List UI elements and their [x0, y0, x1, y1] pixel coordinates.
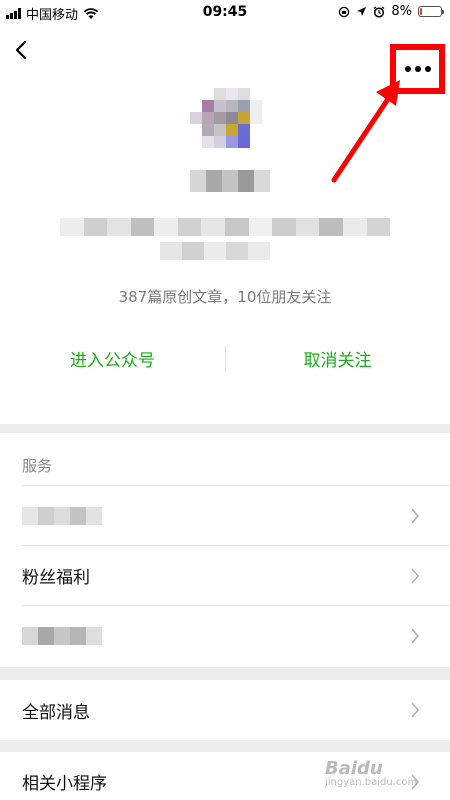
battery-fill — [420, 8, 422, 15]
back-arrow-icon[interactable] — [6, 34, 38, 66]
services-section: 服务 粉丝福利 — [0, 433, 450, 667]
all-messages-label: 全部消息 — [22, 702, 90, 723]
service-item-1-label-blurred — [22, 506, 102, 525]
account-name-blurred — [190, 170, 270, 192]
status-right: 8% — [338, 4, 444, 19]
account-stats: 387篇原创文章，10位朋友关注 — [118, 288, 332, 306]
unfollow-button[interactable]: 取消关注 — [225, 346, 450, 371]
battery-icon — [418, 6, 444, 17]
mini-programs-label: 相关小程序 — [22, 773, 107, 794]
chevron-right-icon — [411, 628, 420, 644]
chevron-right-icon — [411, 702, 420, 718]
account-description-blurred — [60, 218, 391, 236]
watermark-brand: Baidu — [325, 758, 383, 779]
account-description-blurred-line2 — [160, 242, 270, 260]
service-item-label: 粉丝福利 — [22, 568, 90, 588]
chevron-right-icon — [411, 568, 420, 584]
services-header: 服务 — [22, 457, 53, 475]
profile-card: 387篇原创文章，10位朋友关注 进入公众号 取消关注 — [0, 24, 450, 424]
more-icon — [404, 66, 411, 72]
rotation-lock-icon — [339, 6, 350, 17]
all-messages-section: 全部消息 — [0, 680, 450, 740]
service-item-1[interactable] — [22, 485, 450, 545]
battery-percent: 8% — [391, 4, 412, 19]
alarm-icon — [373, 5, 385, 18]
more-options-button[interactable] — [390, 44, 445, 94]
all-messages-row[interactable]: 全部消息 — [22, 680, 450, 740]
enter-account-button[interactable]: 进入公众号 — [0, 346, 225, 371]
chevron-right-icon — [411, 508, 420, 524]
baidu-watermark: Baidu jingyan.baidu.com — [325, 758, 435, 798]
status-bar: 中国移动 09:45 8% — [0, 0, 450, 24]
location-icon — [357, 7, 367, 16]
account-avatar — [190, 88, 262, 160]
service-item-3-label-blurred — [22, 626, 102, 645]
service-item-fans-welfare[interactable]: 粉丝福利 — [22, 545, 450, 605]
watermark-url: jingyan.baidu.com — [325, 777, 418, 788]
service-item-3[interactable] — [22, 605, 450, 665]
